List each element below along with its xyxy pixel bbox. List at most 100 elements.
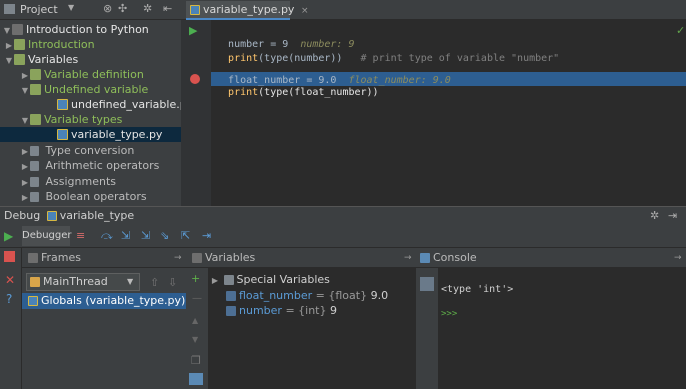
pin-icon[interactable]: → — [674, 248, 682, 268]
stop-icon[interactable] — [4, 251, 15, 262]
remove-watch-icon[interactable]: — — [192, 293, 202, 304]
pin-icon[interactable]: → — [404, 248, 412, 268]
chevron-down-icon[interactable]: ▼ — [127, 274, 133, 290]
chevron-down-icon[interactable]: ▼ — [2, 23, 12, 38]
project-root-icon — [12, 24, 23, 35]
variable-type: = {float} — [315, 289, 368, 302]
tree-item-variables[interactable]: ▼ Variables — [0, 52, 181, 67]
run-icon[interactable]: ▶ — [189, 24, 197, 37]
show-execution-point-icon[interactable]: ≡ — [76, 229, 85, 242]
arrow-up-icon[interactable]: ⇧ — [150, 276, 159, 289]
arrow-down-icon[interactable]: ▼ — [192, 335, 198, 344]
step-over-icon[interactable]: ⤼ — [101, 229, 113, 243]
variable-row-special[interactable]: ▶ Special Variables — [210, 272, 330, 288]
tree-item-introduction[interactable]: ▶ Introduction — [0, 37, 181, 52]
copy-icon[interactable]: ❐ — [191, 354, 201, 367]
tab-debugger[interactable]: Debugger — [22, 226, 72, 246]
tree-item-variable-definition[interactable]: ▶ Variable definition — [0, 67, 181, 82]
frames-icon — [28, 253, 38, 263]
tab-variable-type[interactable]: variable_type.py × — [186, 1, 308, 20]
tree-item-boolean-operators[interactable]: ▶ Boolean operators — [0, 189, 181, 204]
console-toggle-icon[interactable] — [420, 277, 434, 291]
thread-select[interactable]: MainThread ▼ — [26, 273, 140, 291]
tree-item-label: Type conversion — [45, 144, 135, 157]
task-folder-icon — [30, 161, 39, 171]
variable-icon — [226, 291, 236, 301]
tree-item-label: Variables — [28, 53, 79, 66]
gear-icon[interactable]: ✲ — [650, 207, 659, 224]
tree-item-undefined-variable-file[interactable]: undefined_variable.py — [0, 97, 193, 112]
code-function: print — [228, 87, 259, 98]
close-icon[interactable]: × — [301, 6, 309, 16]
variable-row-float-number[interactable]: float_number = {float} 9.0 — [226, 288, 388, 304]
code-line-1[interactable]: number = 9 number: 9 — [216, 24, 354, 50]
tree-item-type-conversion[interactable]: ▶ Type conversion — [0, 143, 181, 158]
variable-type: = {int} — [285, 304, 327, 317]
run-to-cursor-icon[interactable]: ⇥ — [202, 229, 211, 242]
scroll-from-source-icon[interactable]: ✣ — [118, 2, 127, 15]
arrow-up-icon[interactable]: ▲ — [192, 316, 198, 325]
breakpoint-icon[interactable] — [190, 74, 200, 84]
force-step-into-icon[interactable]: ⇘ — [160, 229, 169, 242]
chevron-right-icon[interactable]: ▶ — [4, 38, 14, 53]
chevron-down-icon[interactable]: ▼ — [20, 83, 30, 98]
task-folder-icon — [30, 69, 41, 80]
hide-panel-icon[interactable]: ⇤ — [163, 2, 172, 15]
chevron-down-icon[interactable]: ▼ — [4, 53, 14, 68]
check-icon: ✓ — [676, 24, 686, 37]
tree-item-label: Introduction to Python — [26, 23, 149, 36]
project-view-label[interactable]: Project — [20, 3, 58, 16]
tree-item-root[interactable]: ▼ Introduction to Python — [0, 22, 181, 37]
add-watch-icon[interactable]: + — [191, 272, 200, 285]
tree-item-label: Undefined variable — [44, 83, 149, 96]
tree-item-label: Variable types — [44, 113, 123, 126]
tree-item-variable-types[interactable]: ▼ Variable types — [0, 112, 181, 127]
chevron-right-icon[interactable]: ▶ — [210, 273, 220, 289]
frame-item[interactable]: Globals (variable_type.py) — [22, 293, 186, 309]
code-line-2[interactable]: print(type(number)) # print type of vari… — [216, 38, 559, 64]
special-variables-icon — [223, 275, 234, 285]
project-panel-header: Project ▼ ⊗ ✣ ✲ ⇤ — [0, 0, 181, 20]
frames-panel-header: Frames → — [22, 248, 186, 268]
tree-item-arithmetic-operators[interactable]: ▶ Arithmetic operators — [0, 158, 181, 173]
code-text: (type(float_number)) — [258, 87, 379, 98]
arrow-down-icon[interactable]: ⇩ — [168, 276, 177, 289]
help-icon[interactable]: ? — [6, 292, 12, 306]
step-into-icon[interactable]: ⇲ — [121, 229, 130, 242]
editor-gutter[interactable] — [181, 20, 211, 206]
chevron-down-icon[interactable]: ▼ — [20, 113, 30, 128]
step-out-icon[interactable]: ⇱ — [181, 229, 190, 242]
resume-icon[interactable]: ▶ — [4, 229, 13, 243]
chevron-right-icon[interactable]: ▶ — [20, 144, 30, 159]
tree-item-variable-type-file[interactable]: variable_type.py — [0, 127, 181, 142]
chevron-right-icon[interactable]: ▶ — [20, 175, 30, 190]
debug-config-name: variable_type — [59, 209, 135, 222]
pin-icon[interactable]: → — [174, 248, 182, 268]
tree-item-assignments[interactable]: ▶ Assignments — [0, 174, 181, 189]
task-folder-icon — [30, 177, 39, 187]
collapse-all-icon[interactable]: ⊗ — [103, 2, 112, 15]
debug-side-toolbar — [0, 248, 22, 389]
variables-side-toolbar — [186, 268, 208, 389]
code-line-5[interactable]: print(type(float_number)) — [216, 72, 379, 98]
step-into-my-code-icon[interactable]: ⇲ — [141, 229, 150, 242]
chevron-right-icon[interactable]: ▶ — [20, 68, 30, 83]
debug-title-label: Debug — [4, 209, 41, 222]
chevron-down-icon[interactable]: ▼ — [68, 3, 74, 12]
console-output: <type 'int'> — [441, 284, 514, 295]
close-icon[interactable]: ✕ — [5, 273, 15, 287]
console-panel-header: Console → — [416, 248, 686, 268]
task-folder-icon — [30, 114, 41, 125]
console-prompt[interactable]: >>> — [441, 309, 457, 319]
hide-panel-icon[interactable]: ⇥ — [668, 207, 677, 224]
chevron-right-icon[interactable]: ▶ — [20, 159, 30, 174]
gear-icon[interactable]: ✲ — [143, 2, 152, 15]
tree-item-label: Assignments — [45, 175, 117, 188]
variable-name: Special Variables — [236, 273, 330, 286]
tree-item-undefined-variable[interactable]: ▼ Undefined variable — [0, 82, 181, 97]
variable-row-number[interactable]: number = {int} 9 — [226, 303, 337, 319]
chevron-right-icon[interactable]: ▶ — [20, 190, 30, 205]
thread-select-value: MainThread — [43, 275, 108, 288]
lesson-folder-icon — [14, 39, 25, 50]
view-icon[interactable] — [189, 373, 203, 385]
